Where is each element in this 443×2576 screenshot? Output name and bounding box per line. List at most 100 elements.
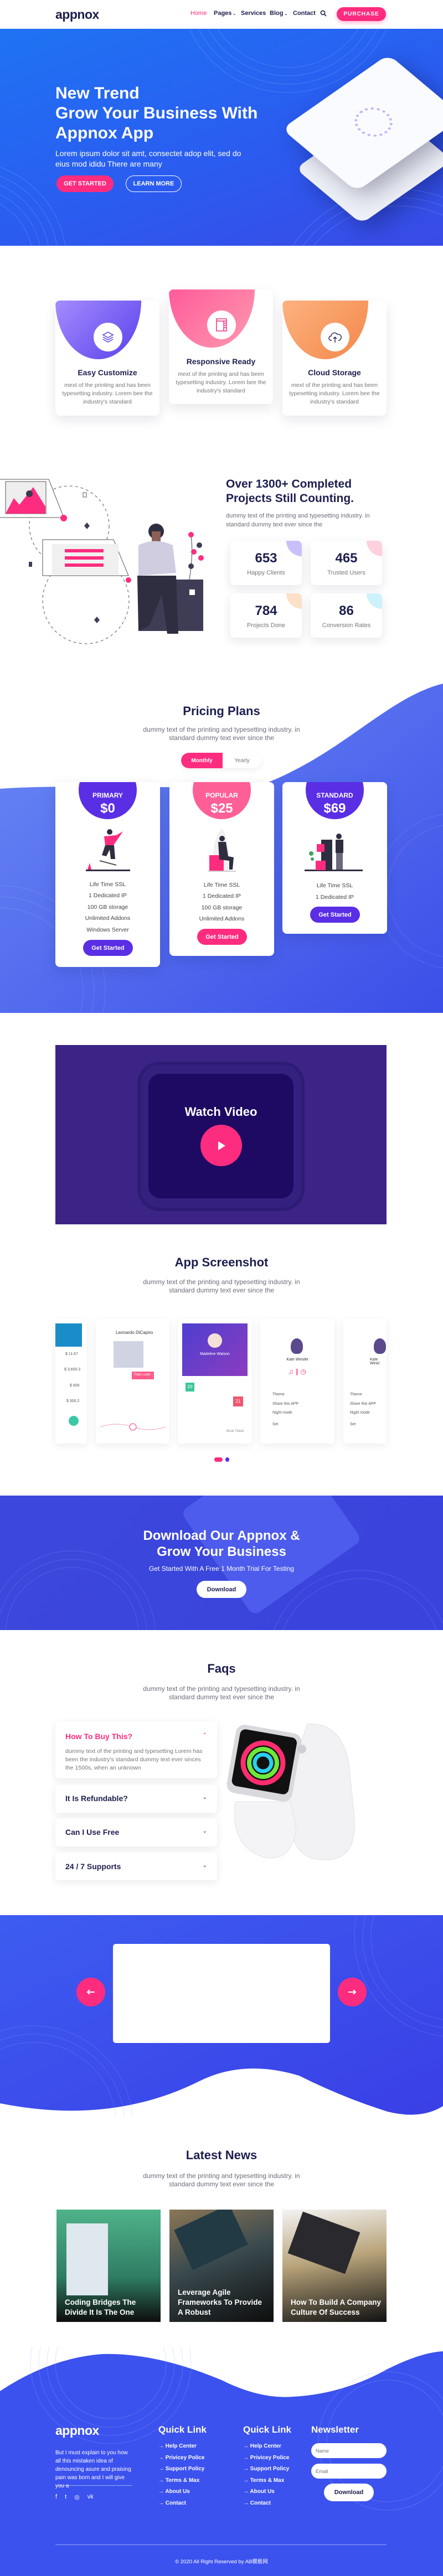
footer-link[interactable]: → Contact	[158, 2500, 204, 2512]
video-section: Watch Video	[55, 1045, 387, 1224]
amount: $ 600	[70, 1384, 80, 1388]
nav-pages[interactable]: Pages ⌄	[214, 10, 236, 17]
footer-link[interactable]: → Privicey Police	[243, 2455, 289, 2466]
screenshot-5[interactable]: Kate Winsl Theme Share this APP Night mo…	[343, 1319, 387, 1444]
carousel-dot[interactable]	[225, 1457, 229, 1462]
menu-item: Share this APP	[272, 1402, 299, 1406]
footer-link[interactable]: → Terms & Max	[158, 2477, 204, 2489]
pricing-text: dummy text of the printing and typesetti…	[143, 726, 300, 742]
footer-link-label: Privicey Police	[250, 2454, 290, 2461]
date-badge: 21	[233, 1396, 243, 1406]
pricing-card-popular: POPULAR $25 Life Time SSL 1 Dedicated IP …	[169, 782, 274, 956]
footer-link[interactable]: → Privicey Police	[158, 2455, 204, 2466]
plan-feature: 1 Dedicated IP	[316, 894, 354, 901]
footer-logo[interactable]: appnox	[55, 2423, 99, 2438]
footer-link[interactable]: → Support Policy	[158, 2466, 204, 2477]
billing-toggle: Monthly Yearly	[181, 753, 261, 768]
news-card-2[interactable]: Leverage Agile Frameworks To Provide A R…	[169, 2210, 274, 2322]
news-card-title: Leverage Agile Frameworks To Provide A R…	[178, 2288, 262, 2316]
screenshot-2[interactable]: Leonardo DiCaprio That's cute!	[96, 1319, 169, 1444]
carousel-dot-active[interactable]	[214, 1457, 223, 1462]
footer-divider	[55, 2485, 132, 2486]
footer-link[interactable]: → Help Center	[243, 2443, 289, 2455]
search-icon[interactable]	[320, 9, 327, 19]
faq-item-support[interactable]: 24 / 7 Supports ⌄	[55, 1853, 217, 1880]
nav-blog[interactable]: Blog ⌄	[270, 10, 287, 17]
learn-more-button[interactable]: LEARN MORE	[126, 175, 182, 192]
news-card-title: How To Build A Company Culture Of Succes…	[291, 2298, 381, 2316]
purchase-button[interactable]: PURCHASE	[337, 7, 386, 21]
download-title: Download Our Appnox & Grow Your Business	[0, 1528, 443, 1560]
get-started-primary-button[interactable]: Get Started	[83, 940, 133, 956]
get-started-standard-button[interactable]: Get Started	[310, 907, 360, 923]
footer-link-label: About Us	[250, 2489, 275, 2495]
slider-prev-button[interactable]	[76, 1978, 105, 2006]
plan-feature: 1 Dedicated IP	[89, 892, 127, 899]
footer-col2-title: Quick Link	[243, 2424, 291, 2435]
toggle-yearly[interactable]: Yearly	[223, 753, 261, 768]
newsletter-name-input[interactable]	[311, 2443, 387, 2458]
footer-link[interactable]: → Contact	[243, 2500, 289, 2512]
faq-item-refundable[interactable]: It Is Refundable? ⌄	[55, 1784, 217, 1813]
play-button[interactable]	[200, 1125, 242, 1166]
add-fab	[69, 1416, 79, 1426]
menu-item: Set	[350, 1423, 356, 1426]
newsletter-email-input[interactable]	[311, 2464, 387, 2479]
chat-bubble: That's cute!	[132, 1372, 154, 1379]
chevron-down-icon: ⌄	[202, 1863, 207, 1869]
instagram-icon[interactable]: ◎	[74, 2494, 80, 2501]
faq-item-use-free[interactable]: Can I Use Free ⌄	[55, 1818, 217, 1846]
get-started-popular-button[interactable]: Get Started	[197, 929, 247, 945]
get-started-button[interactable]: GET STARTED	[56, 175, 114, 192]
plan-name: POPULAR	[205, 792, 238, 799]
hero-title-line3: Appnox App	[55, 124, 154, 142]
newsletter-download-button[interactable]: Download	[324, 2484, 374, 2501]
screenshot-1[interactable]: $ 11.67 $ 3,600.3 $ 600 $ 300.2	[55, 1319, 87, 1444]
faq-answer: dummy text of the printing and typesetti…	[65, 1748, 203, 1771]
nav-contact[interactable]: Contact	[293, 10, 316, 17]
twitter-icon[interactable]: t	[65, 2494, 66, 2501]
news-card-1[interactable]: Coding Bridges The Divide It Is The One	[56, 2210, 161, 2322]
footer-link[interactable]: → About Us	[243, 2489, 289, 2500]
footer-link[interactable]: → Terms & Max	[243, 2477, 289, 2489]
stat-label: Projects Done	[246, 622, 286, 629]
profile-name: Kate Winsl	[370, 1358, 380, 1365]
sitting-person-illustration	[208, 829, 236, 872]
stat-card-conversion-rates: 86 Conversion Rates	[311, 593, 382, 638]
footer-link[interactable]: → Support Policy	[243, 2466, 289, 2477]
social-links: f t ◎ vk	[55, 2494, 94, 2501]
slider-next-button[interactable]	[338, 1978, 367, 2006]
news-image-laptop	[287, 2211, 360, 2274]
faq-question: It Is Refundable?	[65, 1794, 128, 1803]
facebook-icon[interactable]: f	[55, 2494, 57, 2501]
faq-question: How To Buy This?	[65, 1732, 133, 1741]
faq-item-how-to-buy[interactable]: How To Buy This? ⌃ dummy text of the pri…	[55, 1721, 217, 1778]
footer-link-label: Help Center	[165, 2443, 197, 2449]
vk-icon[interactable]: vk	[87, 2494, 94, 2501]
stat-label: Trusted Users	[327, 570, 365, 576]
footer-logo-text: appnox	[55, 2423, 99, 2438]
faq-question: 24 / 7 Supports	[65, 1862, 121, 1871]
menu-item: Theme	[272, 1393, 285, 1396]
footer-link[interactable]: → Help Center	[158, 2443, 204, 2455]
plan-price: $0	[100, 801, 115, 816]
price-badge: STANDARD $69	[306, 782, 364, 819]
footer-link-label: Help Center	[250, 2443, 281, 2449]
screenshot-4[interactable]: Kate Winslet ♫ ∥ ◷ Theme Share this APP …	[260, 1319, 334, 1444]
stat-label: Conversion Rates	[322, 622, 371, 629]
chevron-down-icon: ⌄	[231, 12, 236, 16]
screenshot-3[interactable]: Madeline Watson 20 21 Book Ticket	[178, 1319, 252, 1444]
avatar	[291, 1338, 303, 1354]
plan-feature: Unlimited Addons	[85, 915, 131, 922]
download-button[interactable]: Download	[197, 1581, 246, 1598]
plan-feature: 100 GB storage	[201, 904, 243, 911]
logo[interactable]: appnox	[55, 7, 99, 22]
toggle-monthly[interactable]: Monthly	[181, 753, 223, 768]
nav-services[interactable]: Services	[241, 10, 266, 17]
news-card-3[interactable]: How To Build A Company Culture Of Succes…	[282, 2210, 387, 2322]
stat-value: 86	[339, 603, 354, 618]
footer-link[interactable]: → About Us	[158, 2489, 204, 2500]
newsletter-title: Newsletter	[311, 2424, 359, 2435]
plan-price: $69	[323, 801, 346, 816]
nav-home[interactable]: Home	[190, 10, 207, 17]
